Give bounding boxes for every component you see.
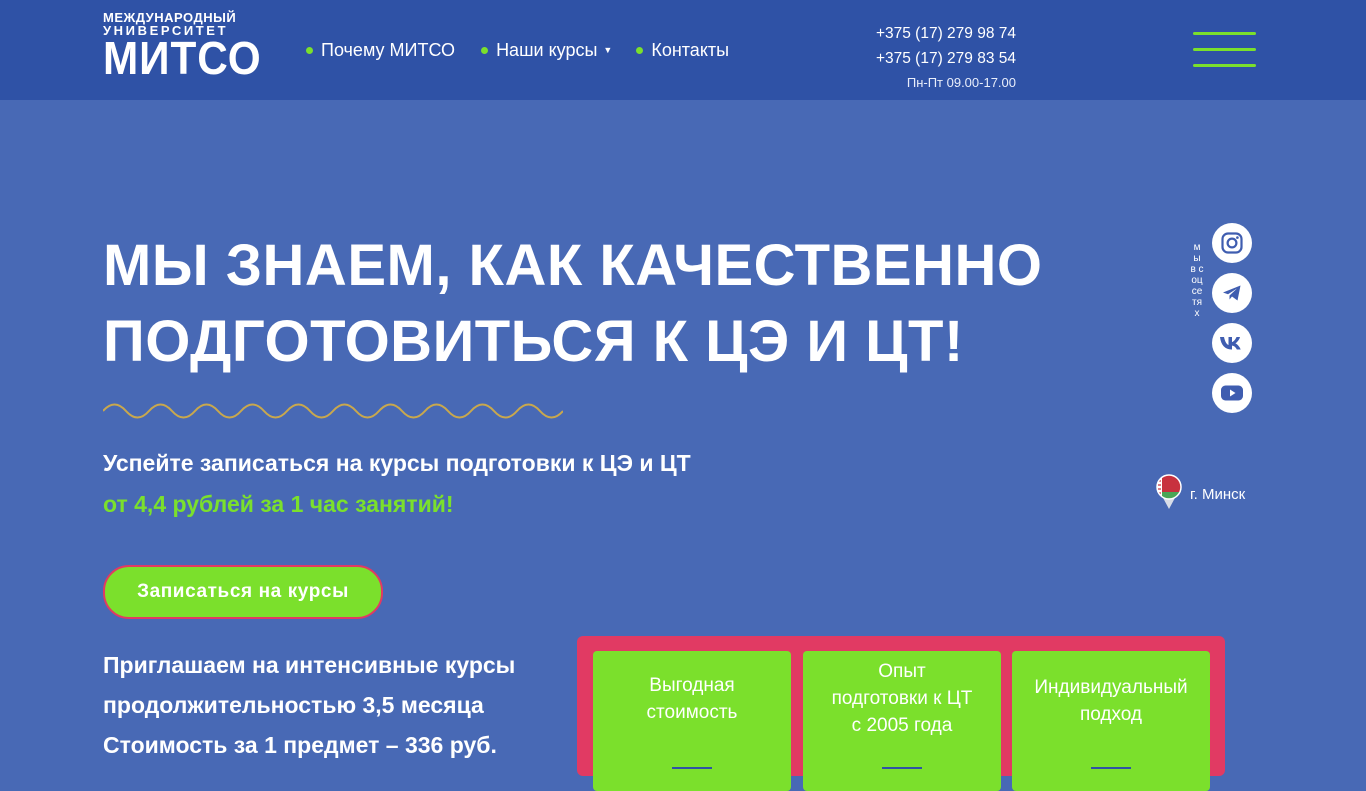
nav-item-contacts[interactable]: Контакты (636, 40, 729, 61)
phone-link-2[interactable]: +375 (17) 279 83 54 (860, 46, 1016, 71)
city-label: г. Минск (1190, 485, 1246, 503)
phone-link-1[interactable]: +375 (17) 279 98 74 (860, 21, 1016, 46)
feature-divider (672, 767, 712, 769)
header-contacts: +375 (17) 279 98 74 +375 (17) 279 83 54 … (860, 21, 1016, 95)
signup-button[interactable]: Записаться на курсы (103, 565, 383, 619)
feature-card: Опыт подготовки к ЦТ с 2005 года (803, 651, 1001, 791)
hero-title-line-1: МЫ ЗНАЕМ, КАК КАЧЕСТВЕННО (103, 233, 1043, 298)
hero-title-line-2: ПОДГОТОВИТЬСЯ К ЦЭ И ЦТ! (103, 309, 964, 374)
feature-text: подготовки к ЦТ (831, 688, 973, 709)
nav-bullet (636, 46, 644, 54)
social-label: мы в соцсетях (1190, 242, 1204, 319)
intro-text: Приглашаем на интенсивные курсы продолжи… (103, 645, 573, 765)
feature-card: Индивидуальный подход (1012, 651, 1210, 791)
nav-label: Контакты (651, 39, 730, 60)
feature-text: Индивидуальный (1034, 677, 1188, 698)
nav-label: Почему МИТСО (321, 39, 456, 60)
nav-bullet (306, 46, 313, 54)
logo-line-3: МИТСО (103, 32, 262, 84)
mitso-logo[interactable]: МЕЖДУНАРОДНЫЙ УНИВЕРСИТЕТ МИТСО (103, 11, 262, 84)
nav-item-our-courses[interactable]: Наши курсы ▼ (481, 39, 612, 61)
feature-divider (882, 767, 922, 769)
youtube-icon[interactable] (1212, 373, 1252, 413)
main-nav: Почему МИТСО Наши курсы ▼ Контакты (306, 38, 755, 62)
feature-text: Выгодная (649, 675, 735, 696)
nav-bullet (481, 46, 489, 54)
hero-title: МЫ ЗНАЕМ, КАК КАЧЕСТВЕННО ПОДГОТОВИТЬСЯ … (103, 228, 1063, 380)
feature-divider (1091, 767, 1131, 769)
nav-label: Наши курсы (496, 39, 598, 60)
decorative-wave (103, 403, 563, 419)
feature-text: Опыт (878, 661, 926, 682)
belarus-flag-pin-icon (1156, 474, 1182, 509)
feature-text: подход (1079, 704, 1143, 725)
vk-icon[interactable] (1212, 323, 1252, 363)
hero-price-note: от 4,4 рублей за 1 час занятий! (103, 491, 454, 517)
nav-item-why-mitso[interactable]: Почему МИТСО (306, 40, 455, 61)
site-header: МЕЖДУНАРОДНЫЙ УНИВЕРСИТЕТ МИТСО Почему М… (0, 0, 1366, 100)
telegram-icon[interactable] (1212, 273, 1252, 313)
feature-text: стоимость (646, 702, 738, 723)
instagram-icon[interactable] (1212, 223, 1252, 263)
menu-icon[interactable] (1193, 30, 1256, 70)
chevron-down-icon: ▼ (603, 45, 613, 55)
working-hours: Пн-Пт 09.00-17.00 (906, 75, 1016, 90)
feature-card: Выгодная стоимость (593, 651, 791, 791)
city-selector[interactable]: г. Минск (1155, 474, 1245, 510)
intro-line: Приглашаем на интенсивные курсы (103, 652, 516, 678)
hero-subtitle: Успейте записаться на курсы подготовки к… (103, 450, 691, 476)
feature-text: с 2005 года (851, 715, 953, 736)
intro-line: Стоимость за 1 предмет – 336 руб. (103, 732, 497, 758)
intro-line: продолжительностью 3,5 месяца (103, 692, 484, 718)
features-panel: Выгодная стоимость Опыт подготовки к ЦТ … (577, 636, 1225, 791)
